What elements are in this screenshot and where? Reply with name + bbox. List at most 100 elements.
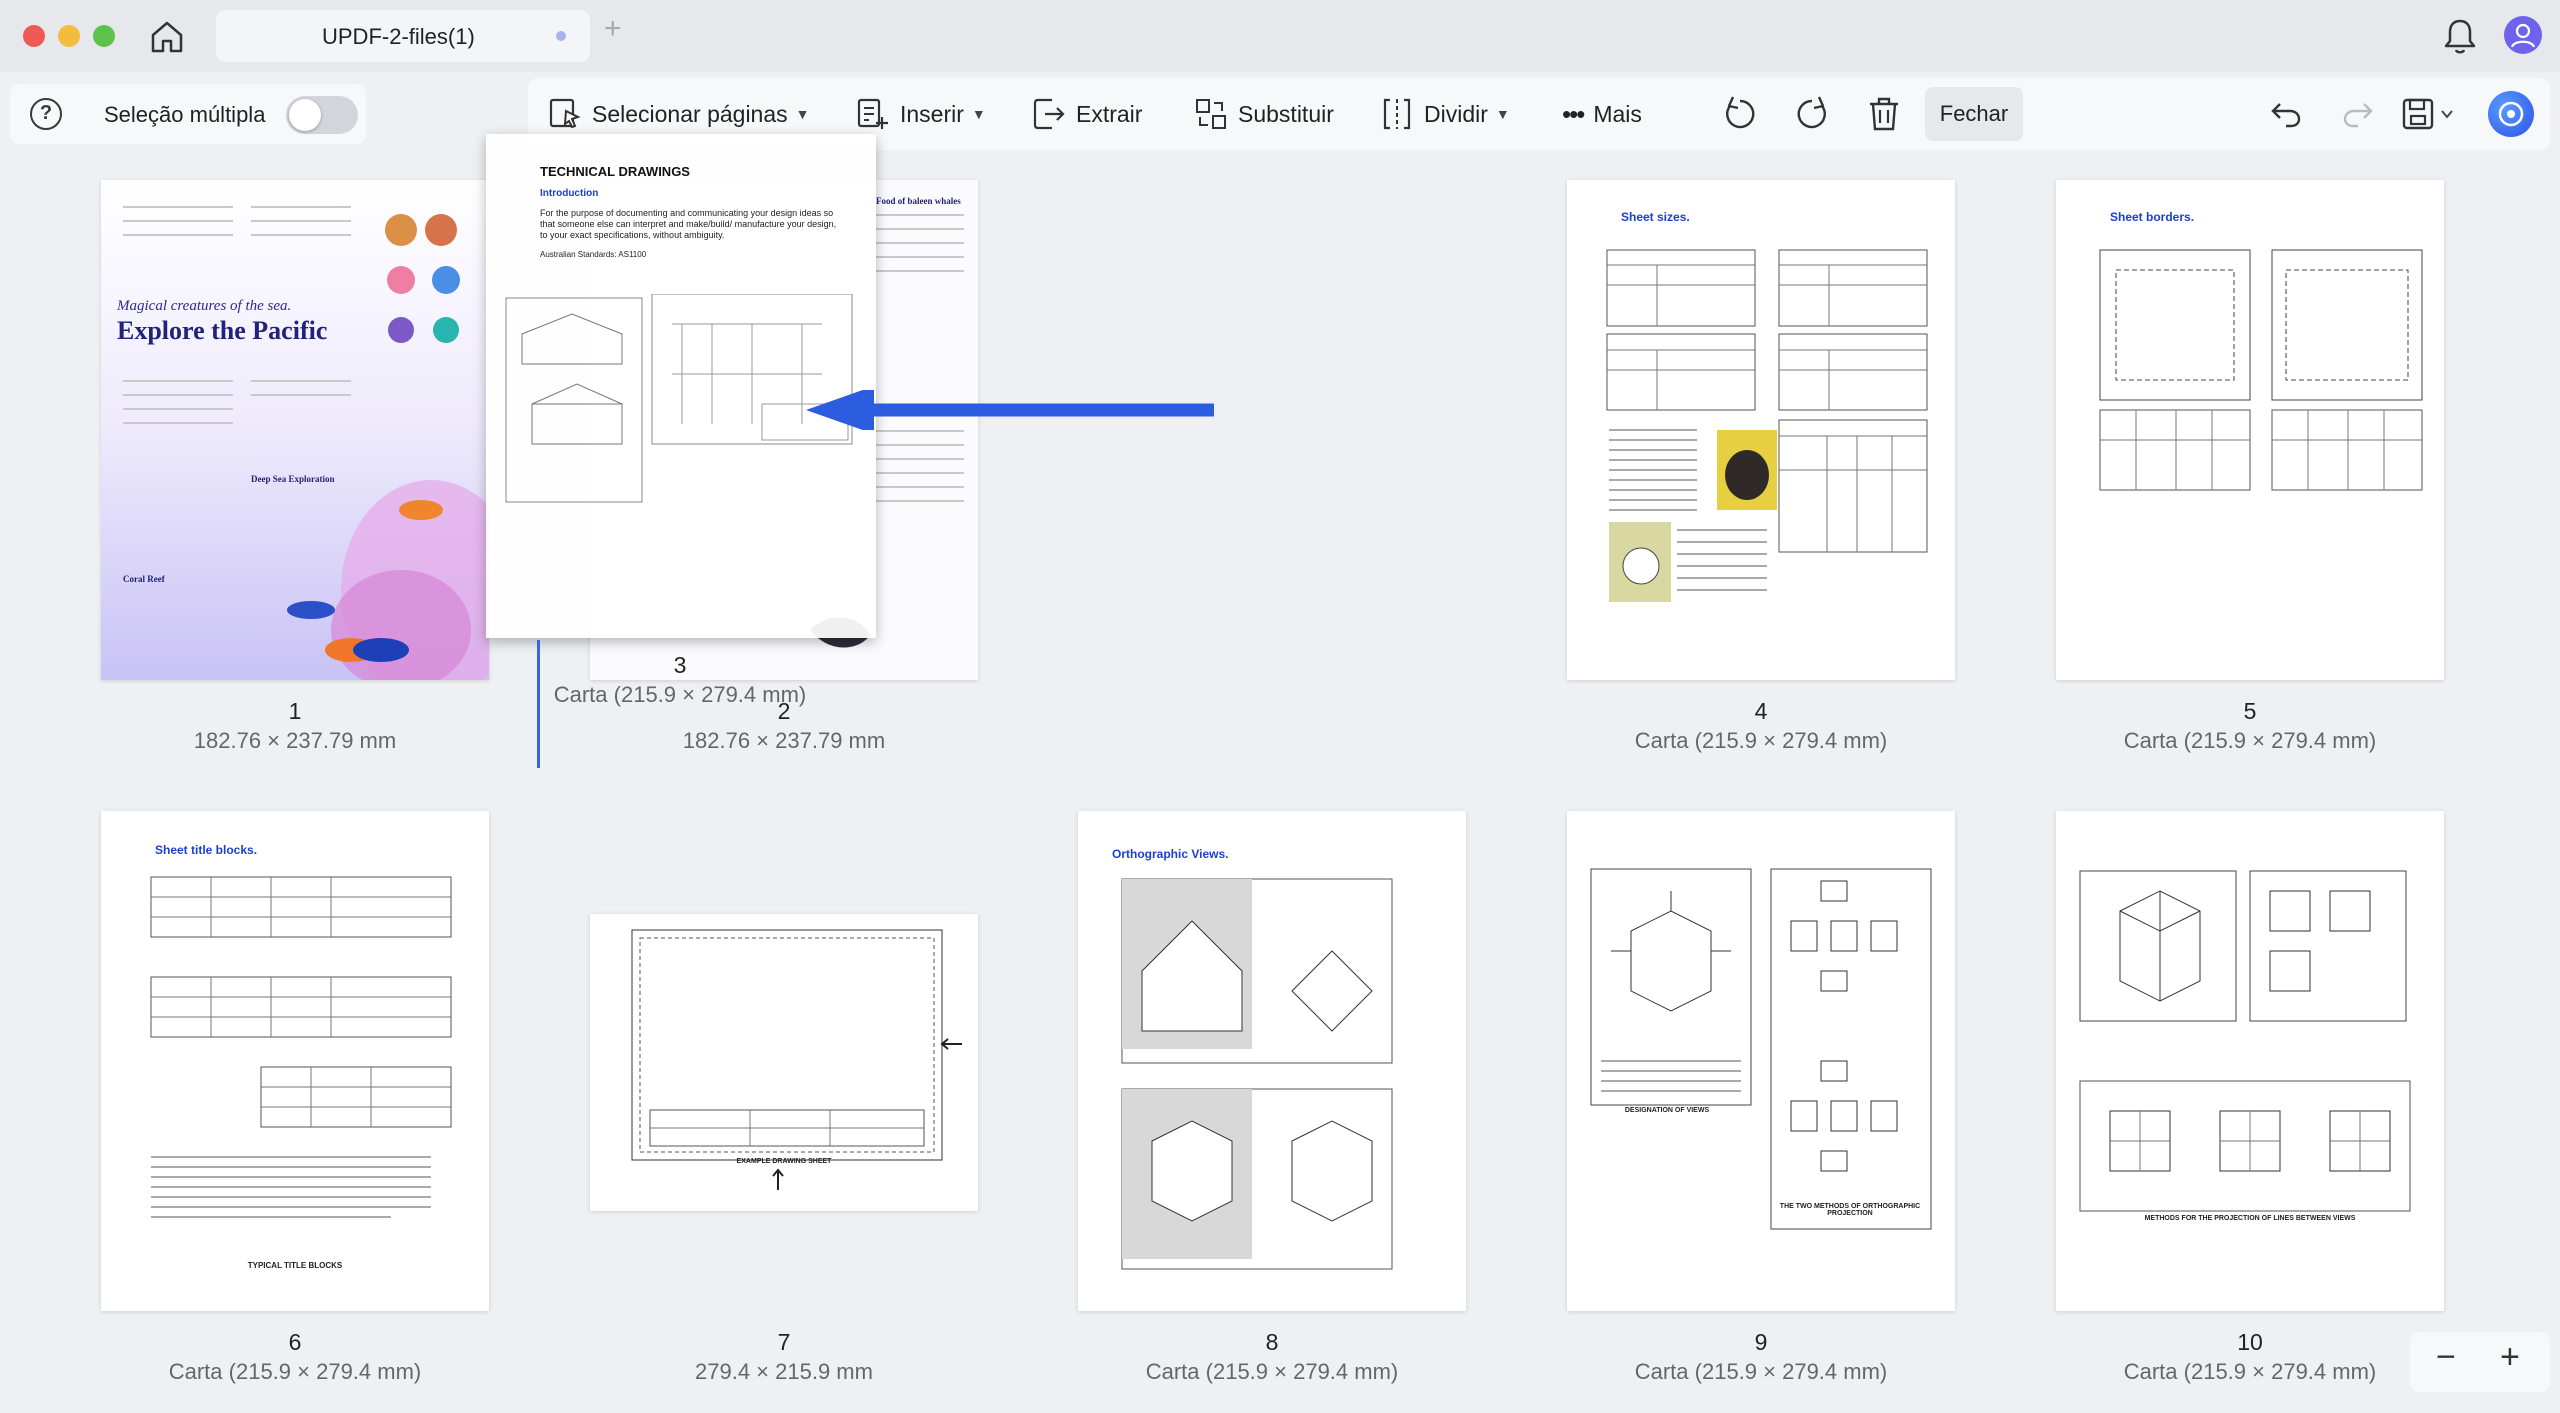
sheet-borders-heading: Sheet borders. [2110,210,2195,224]
text-line [123,380,233,382]
text-line [876,430,964,432]
dragged-page-preview[interactable]: TECHNICAL DRAWINGS Introduction For the … [486,134,876,638]
redo-icon[interactable] [2338,94,2378,134]
page-number-5: 5 [2243,698,2257,724]
page-number-3: 3 [673,652,687,678]
page-thumbnail-1[interactable]: Magical creatures of the sea. Explore th… [101,180,489,680]
help-icon[interactable]: ? [30,98,62,130]
split-button[interactable]: Dividir ▼ [1380,78,1510,150]
page-size-1: 182.76 × 237.79 mm [193,728,397,753]
split-icon [1383,98,1411,130]
text-line [876,270,964,272]
pacific-subtitle: Magical creatures of the sea. [117,298,292,314]
bell-icon[interactable] [2442,16,2478,56]
introduction-body: For the purpose of documenting and commu… [540,208,837,240]
pacific-artwork [101,180,489,680]
replace-icon [1196,99,1226,129]
text-line [876,242,964,244]
pacific-section-heading: Deep Sea Exploration [251,474,335,484]
page-size-8: Carta (215.9 × 279.4 mm) [1145,1359,1399,1384]
toggle-knob [289,99,321,131]
tab-modified-dot [556,31,566,41]
select-pages-icon [549,98,581,129]
text-line [123,220,233,222]
page-size-6: Carta (215.9 × 279.4 mm) [168,1359,422,1384]
page-thumbnail-7[interactable]: EXAMPLE DRAWING SHEET [590,914,978,1211]
extract-button[interactable]: Extrair [1032,78,1142,150]
example-drawing-sheet [631,929,962,1190]
title-bar: UPDF-2-files(1) + [0,0,2560,72]
multi-select-toggle[interactable] [286,96,358,134]
page-number-6: 6 [288,1329,302,1355]
home-icon[interactable] [148,18,186,56]
rotate-right-icon[interactable] [1792,94,1832,134]
text-line [123,394,233,396]
page-thumbnail-6[interactable]: Sheet title blocks. TYPICAL TITLE BLOCKS [101,811,489,1311]
projection-lines-caption: METHODS FOR THE PROJECTION OF LINES BETW… [2144,1215,2356,1222]
chevron-down-icon: ▼ [971,106,986,122]
orthographic-views-diagram [1121,878,1393,1270]
chevron-down-icon: ▼ [795,106,810,122]
page-size-10: Carta (215.9 × 279.4 mm) [2123,1359,2377,1384]
page-size-4: Carta (215.9 × 279.4 mm) [1634,728,1888,753]
multi-select-panel: ? Seleção múltipla [10,84,366,144]
pacific-title: Explore the Pacific [117,316,328,345]
history-panel [2248,78,2550,150]
zoom-out-button[interactable]: − [2436,1340,2456,1374]
text-line [123,408,233,410]
close-organize-button[interactable]: Fechar [1925,87,2023,141]
zoom-in-button[interactable]: + [2500,1340,2520,1374]
whales-heading: Food of baleen whales [876,196,961,206]
example-sheet-caption: EXAMPLE DRAWING SHEET [736,1158,832,1165]
maximize-window-button[interactable] [93,25,115,47]
text-line [876,472,964,474]
title-blocks-caption: TYPICAL TITLE BLOCKS [247,1261,343,1270]
text-line [251,380,351,382]
page-size-7: 279.4 × 215.9 mm [695,1359,873,1384]
text-line [876,458,964,460]
page-size-5: Carta (215.9 × 279.4 mm) [2123,728,2377,753]
page-size-2: 182.76 × 237.79 mm [682,728,886,753]
more-button[interactable]: ••• Mais [1562,78,1642,150]
insert-icon [857,98,888,129]
sheet-sizes-heading: Sheet sizes. [1621,210,1690,224]
document-tab[interactable]: UPDF-2-files(1) [216,10,590,62]
replace-button[interactable]: Substituir [1194,78,1334,150]
pacific-section-heading: Coral Reef [123,574,165,584]
undo-icon[interactable] [2266,94,2306,134]
ai-assistant-icon[interactable] [2488,91,2534,137]
zoom-controls: − + [2410,1332,2550,1392]
page-thumbnail-8[interactable]: Orthographic Views. [1078,811,1466,1311]
more-dots-icon: ••• [1562,98,1585,129]
text-line [251,234,351,236]
close-window-button[interactable] [23,25,45,47]
text-line [123,206,233,208]
chevron-down-icon: ▼ [1495,106,1510,122]
orthographic-heading: Orthographic Views. [1112,847,1229,861]
text-line [123,422,233,424]
introduction-heading: Introduction [540,188,599,199]
page-thumbnail-5[interactable]: Sheet borders. [2056,180,2444,680]
minimize-window-button[interactable] [58,25,80,47]
page-thumbnail-4[interactable]: Sheet sizes. [1567,180,1955,680]
user-avatar-icon[interactable] [2504,16,2542,54]
page-number-9: 9 [1754,1329,1768,1355]
extract-icon [1033,98,1065,130]
save-icon[interactable] [2398,94,2458,134]
drag-arrow-icon [806,390,1214,430]
page-number-1: 1 [288,698,302,724]
text-line [876,214,964,216]
projection-methods-caption: THE TWO METHODS OF ORTHOGRAPHIC PROJECTI… [1779,1203,1921,1217]
page-thumbnail-10[interactable]: METHODS FOR THE PROJECTION OF LINES BETW… [2056,811,2444,1311]
select-pages-label: Selecionar páginas [592,100,788,127]
text-line [251,394,351,396]
page-thumbnail-9[interactable]: DESIGNATION OF VIEWS THE TWO METHODS OF … [1567,811,1955,1311]
trash-icon[interactable] [1864,94,1904,134]
page-number-7: 7 [777,1329,791,1355]
rotate-left-icon[interactable] [1720,94,1760,134]
tab-title: UPDF-2-files(1) [322,24,475,49]
replace-label: Substituir [1238,100,1334,127]
insert-label: Inserir [900,100,964,127]
new-tab-button[interactable]: + [604,14,622,44]
page-number-8: 8 [1265,1329,1279,1355]
